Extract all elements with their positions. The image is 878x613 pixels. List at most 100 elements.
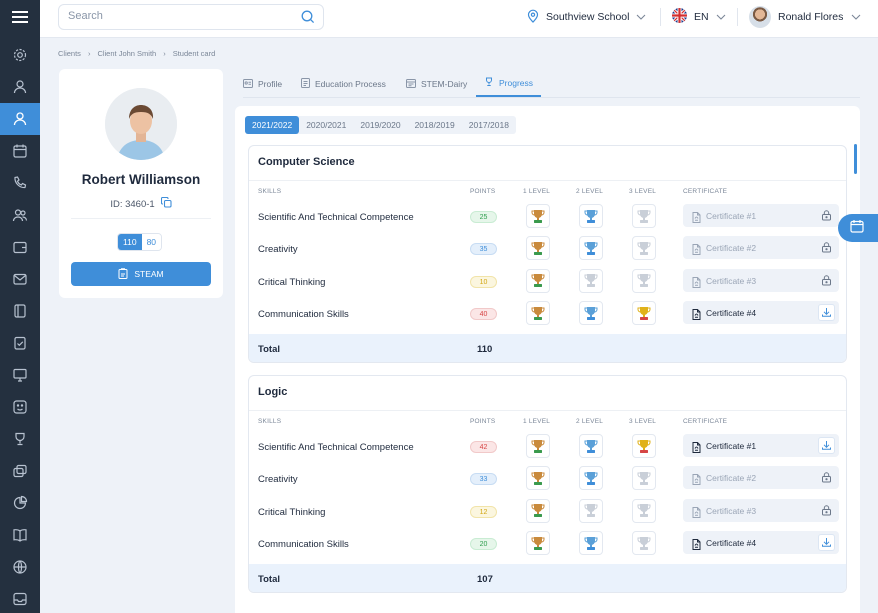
certificate-item: Certificate #2: [683, 236, 839, 260]
gold-trophy-icon: [632, 434, 656, 458]
chevron-down-icon: [851, 11, 861, 23]
emoji-icon[interactable]: [0, 391, 40, 423]
language-selector[interactable]: EN: [672, 0, 726, 34]
certificate-label: Certificate #2: [706, 243, 757, 254]
breadcrumb-separator-icon: ›: [87, 49, 91, 58]
inbox-icon[interactable]: [0, 583, 40, 613]
pdf-document-icon: [692, 275, 701, 293]
col-header-points: POINTS: [470, 418, 496, 425]
open-book-icon[interactable]: [0, 519, 40, 551]
year-2020-2021[interactable]: 2020/2021: [299, 116, 353, 134]
bronze-trophy-icon: [526, 434, 550, 458]
pie-chart-icon[interactable]: [0, 487, 40, 519]
points-badge: 10: [470, 275, 497, 288]
tasks-icon[interactable]: [0, 327, 40, 359]
year-2019-2020[interactable]: 2019/2020: [353, 116, 407, 134]
copy-icon[interactable]: [160, 196, 172, 211]
breadcrumb-clients[interactable]: Clients: [58, 49, 81, 58]
tab-stem-dairy[interactable]: STEM-Dairy: [406, 71, 467, 97]
skill-row: Communication Skills 40 Certificate #4: [249, 298, 846, 330]
col-header-level-2: 2 LEVEL: [576, 418, 604, 425]
silver-trophy-icon: [579, 531, 603, 556]
user-avatar: [749, 6, 771, 28]
tab-label: Education Process: [315, 79, 386, 89]
user-menu[interactable]: Ronald Flores: [749, 0, 861, 34]
certificate-item[interactable]: Certificate #4: [683, 531, 839, 555]
col-header-skills: SKILLS: [258, 188, 282, 195]
points-badge: 42: [470, 441, 497, 453]
lock-icon: [818, 272, 835, 289]
download-icon[interactable]: [818, 304, 835, 322]
user-icon[interactable]: [0, 71, 40, 103]
menu-icon[interactable]: [0, 0, 40, 34]
certificate-item[interactable]: Certificate #4: [683, 301, 839, 325]
bronze-trophy-icon: [526, 204, 550, 228]
floating-calendar-button[interactable]: [838, 214, 878, 242]
divider: [660, 8, 661, 26]
skill-row: Creativity 33 Certificate #2: [249, 463, 846, 495]
id-card-icon: [243, 78, 253, 90]
steam-button[interactable]: STEAM: [71, 262, 211, 286]
total-label: Total: [258, 574, 280, 585]
clients-icon[interactable]: [0, 103, 40, 135]
skill-row: Communication Skills 20 Certificate #4: [249, 528, 846, 560]
student-name: Robert Williamson: [81, 172, 201, 187]
total-label: Total: [258, 344, 280, 355]
layers-icon[interactable]: [0, 455, 40, 487]
chevron-down-icon: [636, 11, 646, 23]
col-header-certificate: CERTIFICATE: [683, 188, 728, 195]
points-110-option[interactable]: 110: [118, 234, 142, 250]
subject-title: Logic: [258, 386, 288, 398]
divider: [737, 8, 738, 26]
wallet-icon[interactable]: [0, 231, 40, 263]
download-icon[interactable]: [818, 437, 835, 454]
certificate-label: Certificate #1: [706, 441, 757, 451]
calendar-icon[interactable]: [0, 135, 40, 167]
search-box[interactable]: [58, 4, 324, 30]
phone-icon[interactable]: [0, 167, 40, 199]
tab-label: Profile: [258, 79, 283, 89]
school-selector[interactable]: Southview School: [527, 0, 646, 34]
mail-icon[interactable]: [0, 263, 40, 295]
breadcrumb-client[interactable]: Client John Smith: [97, 49, 156, 58]
trophy-icon[interactable]: [0, 423, 40, 455]
download-icon[interactable]: [818, 534, 835, 552]
student-avatar: [105, 88, 177, 160]
globe-icon[interactable]: [0, 551, 40, 583]
settings-icon[interactable]: [0, 39, 40, 71]
pdf-document-icon: [692, 210, 701, 228]
bronze-trophy-icon: [526, 466, 550, 491]
tab-education-process[interactable]: Education Process: [301, 71, 386, 97]
gold-trophy-icon: [632, 301, 656, 326]
group-icon[interactable]: [0, 199, 40, 231]
points-80-option[interactable]: 80: [141, 234, 162, 250]
tab-profile[interactable]: Profile: [243, 71, 282, 97]
sidebar: [0, 0, 40, 613]
year-2017-2018[interactable]: 2017/2018: [462, 116, 516, 134]
uk-flag-icon: [672, 8, 687, 26]
lock-icon: [818, 239, 835, 256]
off-trophy-icon: [632, 531, 656, 556]
search-input[interactable]: [68, 10, 288, 22]
pdf-document-icon: [692, 307, 701, 325]
points-badge: 12: [470, 505, 497, 518]
monitor-icon[interactable]: [0, 359, 40, 391]
skill-name: Communication Skills: [258, 539, 349, 551]
off-trophy-icon: [579, 498, 603, 523]
certificate-item: Certificate #3: [683, 498, 839, 522]
certificate-label: Certificate #1: [706, 211, 757, 221]
bronze-trophy-icon: [526, 301, 550, 326]
skill-row: Scientific And Technical Competence 25 Cer…: [249, 201, 846, 233]
student-tabs: Profile Education Process STEM-Dairy Pro…: [243, 71, 860, 98]
year-2021-2022[interactable]: 2021/2022: [245, 116, 300, 134]
search-icon[interactable]: [301, 10, 315, 29]
certificate-item[interactable]: Certificate #1: [683, 434, 839, 457]
col-header-skills: SKILLS: [258, 418, 282, 425]
tab-progress[interactable]: Progress: [476, 71, 542, 97]
col-header-certificate: CERTIFICATE: [683, 418, 728, 425]
certificate-item: Certificate #2: [683, 466, 839, 490]
book-icon[interactable]: [0, 295, 40, 327]
scrollbar[interactable]: [854, 144, 857, 174]
year-2018-2019[interactable]: 2018/2019: [408, 116, 462, 134]
divider: [71, 218, 211, 219]
